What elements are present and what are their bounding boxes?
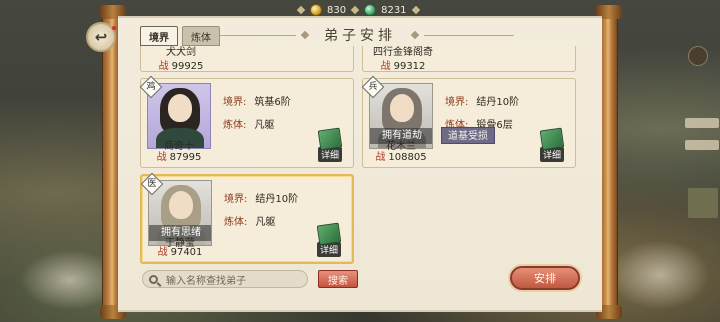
map-close-icon[interactable] — [688, 46, 708, 66]
disciple-card[interactable]: 四行金锋阁奇 战 99312 — [362, 46, 576, 72]
divider-icon — [350, 5, 360, 15]
body-value: 凡躯 — [254, 120, 275, 131]
book-icon — [539, 127, 565, 151]
jade-amount: 8231 — [381, 4, 407, 16]
disciple-card[interactable]: 犬犬剑 战 99925 — [140, 46, 354, 72]
gold-currency: 830 — [310, 4, 346, 16]
disciple-power: 战 87995 — [156, 152, 202, 163]
tassel-icon — [112, 26, 116, 30]
detail-button[interactable]: 详细 — [315, 127, 345, 163]
gold-coin-icon — [310, 4, 322, 16]
disciple-power: 战 99312 — [380, 61, 426, 72]
search-button[interactable]: 搜索 — [318, 270, 358, 288]
jade-currency: 8231 — [364, 4, 407, 16]
jade-coin-icon — [364, 4, 377, 16]
disciple-card[interactable]: 拥有思绪 医 于静莹 战 97401 境界: 结丹10阶 炼体: 凡躯 详细 — [140, 172, 354, 264]
arrange-button[interactable]: 安排 — [510, 266, 580, 290]
back-button[interactable]: ↩ — [86, 22, 116, 52]
divider-icon — [411, 5, 420, 15]
disciple-power: 战 99925 — [158, 61, 204, 72]
search-field[interactable]: 输入名称查找弟子 — [142, 270, 308, 288]
cloud-decoration — [610, 240, 710, 310]
body-value: 凡躯 — [255, 217, 276, 228]
tab-bar: 境界 炼体 — [140, 26, 220, 46]
tab-realm[interactable]: 境界 — [140, 26, 178, 46]
detail-button[interactable]: 详细 — [314, 222, 344, 258]
divider-icon — [296, 5, 306, 15]
disciple-info: 境界: 结丹10阶 炼体: 凡躯 — [224, 194, 299, 228]
realm-value: 筑基6阶 — [254, 97, 291, 108]
search-icon — [149, 274, 158, 284]
disciple-list[interactable]: 犬犬剑 战 99925 四行金锋阁奇 战 99312 鸡 商奇十 战 87995 境界… — [138, 46, 578, 270]
tab-body[interactable]: 炼体 — [182, 26, 220, 46]
disciple-power: 战 97401 — [157, 247, 203, 258]
back-icon: ↩ — [94, 28, 108, 46]
disciple-info: 境界: 筑基6阶 炼体: 凡躯 — [223, 97, 291, 131]
realm-value: 结丹10阶 — [255, 194, 299, 205]
disciple-card[interactable]: 鸡 商奇十 战 87995 境界: 筑基6阶 炼体: 凡躯 详细 — [139, 75, 354, 168]
book-icon — [316, 222, 342, 246]
gold-amount: 830 — [327, 4, 347, 16]
map-label — [685, 118, 719, 128]
search-placeholder: 输入名称查找弟子 — [166, 275, 246, 287]
page-title: 弟子安排 — [324, 28, 396, 44]
disciple-card[interactable]: 拥有道劫 兵 花木兰 战 108805 境界: 结丹10阶 炼体: 锻骨6层 道基受损… — [361, 75, 576, 168]
disciple-power: 战 108805 — [375, 152, 427, 163]
realm-value: 结丹10阶 — [476, 97, 520, 108]
status-tag[interactable]: 道基受损 — [441, 127, 495, 144]
detail-button[interactable]: 详细 — [537, 127, 567, 163]
book-icon — [317, 127, 343, 151]
map-label — [685, 140, 719, 150]
map-building — [688, 188, 718, 218]
